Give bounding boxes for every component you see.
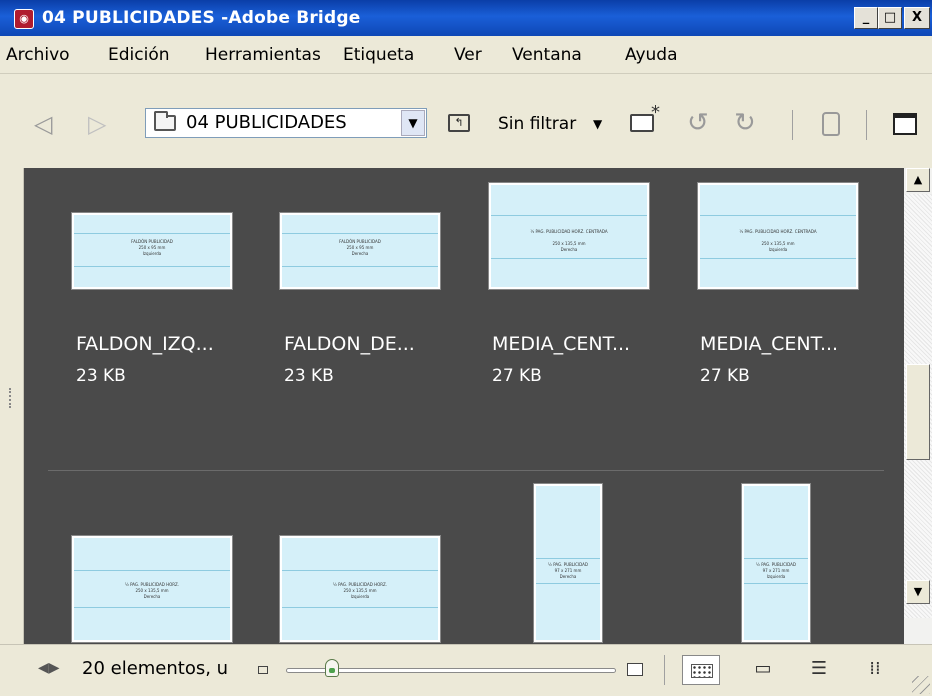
menu-ver[interactable]: Ver xyxy=(454,45,482,65)
toolbar-separator xyxy=(792,110,793,140)
thumb-title: ½ PAG. PUBLICIDAD HORZ. CENTRADA xyxy=(739,229,817,234)
chevron-down-icon[interactable]: ▼ xyxy=(401,110,425,136)
file-name[interactable]: FALDON_DE... xyxy=(284,333,415,355)
go-up-icon[interactable]: ↰ xyxy=(448,114,470,132)
thumb-size: 250 x 135,5 mm xyxy=(552,241,586,246)
slider-knob[interactable] xyxy=(325,659,339,677)
thumbnail-media-cent-2[interactable]: ½ PAG. PUBLICIDAD HORZ. CENTRADA 250 x 1… xyxy=(698,183,858,289)
panel-toggle-icon[interactable]: ◀▶ xyxy=(38,660,60,676)
menu-herramientas[interactable]: Herramientas xyxy=(205,45,321,65)
thumbnail-media-vert-1[interactable]: ½ PAG. PUBLICIDAD 97 x 271 mm Derecha xyxy=(534,484,602,642)
menu-bar: Archivo Edición Herramientas Etiqueta Ve… xyxy=(0,36,932,74)
scroll-thumb[interactable] xyxy=(906,364,930,460)
new-folder-icon[interactable] xyxy=(630,102,660,132)
thumbnail-media-vert-2[interactable]: ½ PAG. PUBLICIDAD 97 x 271 mm Izquierda xyxy=(742,484,810,642)
file-name[interactable]: FALDON_IZQ... xyxy=(76,333,214,355)
thumb-side: Izquierda xyxy=(142,251,162,256)
rotate-left-icon[interactable]: ↺ xyxy=(687,110,709,136)
adobe-bridge-app-icon[interactable]: ◉ xyxy=(14,9,34,29)
thumb-title: ½ PAG. PUBLICIDAD HORZ. CENTRADA xyxy=(530,229,608,234)
thumb-size: 97 x 271 mm xyxy=(554,568,582,573)
thumb-title: ½ PAG. PUBLICIDAD HORZ. xyxy=(332,582,388,587)
menu-archivo[interactable]: Archivo xyxy=(6,45,70,65)
thumb-side: Derecha xyxy=(560,247,578,252)
scroll-up-button[interactable]: ▲ xyxy=(906,168,930,192)
thumb-size: 250 x 95 mm xyxy=(138,245,166,250)
rotate-right-icon[interactable]: ↻ xyxy=(734,110,756,136)
thumb-title: FALDÓN PUBLICIDAD xyxy=(339,239,381,244)
thumbnail-faldon-izq[interactable]: FALDÓN PUBLICIDAD 250 x 95 mm Izquierda xyxy=(72,213,232,289)
thumb-title: ½ PAG. PUBLICIDAD xyxy=(548,562,588,567)
minimize-button[interactable]: _ xyxy=(854,7,878,29)
thumb-size: 250 x 135,5 mm xyxy=(761,241,795,246)
thumb-side: Izquierda xyxy=(766,574,786,579)
thumbnail-view-icon[interactable] xyxy=(682,655,720,685)
compact-mode-icon[interactable] xyxy=(893,113,917,135)
path-dropdown[interactable]: 04 PUBLICIDADES ▼ xyxy=(145,108,427,138)
file-size: 23 KB xyxy=(76,366,126,386)
thumb-size: 97 x 271 mm xyxy=(762,568,790,573)
thumb-side: Derecha xyxy=(143,594,161,599)
path-folder-label: 04 PUBLICIDADES xyxy=(186,112,347,133)
splitter-grip-icon[interactable] xyxy=(9,388,15,408)
close-button[interactable]: X xyxy=(904,7,930,29)
thumb-side: Izquierda xyxy=(768,247,788,252)
filter-chevron-icon[interactable]: ▼ xyxy=(593,117,602,131)
trash-icon[interactable] xyxy=(822,112,840,136)
menu-edicion[interactable]: Edición xyxy=(108,45,170,65)
thumb-side: Derecha xyxy=(559,574,577,579)
resize-grip-icon[interactable] xyxy=(912,676,930,694)
status-separator xyxy=(664,655,665,685)
thumb-title: ½ PAG. PUBLICIDAD HORZ. xyxy=(124,582,180,587)
list-view-icon[interactable]: ☰ xyxy=(800,655,838,685)
file-size: 27 KB xyxy=(700,366,750,386)
menu-ventana[interactable]: Ventana xyxy=(512,45,582,65)
thumb-size: 250 x 135,5 mm xyxy=(343,588,377,593)
thumb-size: 250 x 135,5 mm xyxy=(135,588,169,593)
details-view-icon[interactable]: ⁞⁞ xyxy=(856,655,894,685)
thumbnail-media-horz-1[interactable]: ½ PAG. PUBLICIDAD HORZ. 250 x 135,5 mm D… xyxy=(72,536,232,642)
thumb-side: Izquierda xyxy=(350,594,370,599)
toolbar-separator xyxy=(866,110,867,140)
filmstrip-view-icon[interactable]: ▭ xyxy=(744,655,782,685)
thumb-title: ½ PAG. PUBLICIDAD xyxy=(756,562,796,567)
status-bar: ◀▶ 20 elementos, u ▭ ☰ ⁞⁞ xyxy=(0,644,932,696)
folder-icon xyxy=(154,111,176,131)
thumb-band xyxy=(700,215,856,259)
thumbnail-large-icon[interactable] xyxy=(627,663,643,676)
window-title: 04 PUBLICIDADES -Adobe Bridge xyxy=(42,8,361,28)
row-divider xyxy=(48,470,884,471)
file-size: 23 KB xyxy=(284,366,334,386)
thumb-side: Derecha xyxy=(351,251,369,256)
thumb-size: 250 x 95 mm xyxy=(346,245,374,250)
file-size: 27 KB xyxy=(492,366,542,386)
thumbnail-small-icon[interactable] xyxy=(258,666,268,674)
toolbar: ◁ ▷ 04 PUBLICIDADES ▼ ↰ Sin filtrar ▼ ↺ … xyxy=(0,74,932,168)
filter-menu-label[interactable]: Sin filtrar xyxy=(498,114,576,134)
file-name[interactable]: MEDIA_CENT... xyxy=(700,333,838,355)
file-name[interactable]: MEDIA_CENT... xyxy=(492,333,630,355)
grid-icon xyxy=(691,664,713,678)
content-panel: FALDÓN PUBLICIDAD 250 x 95 mm Izquierda … xyxy=(24,168,904,644)
thumbnail-media-horz-2[interactable]: ½ PAG. PUBLICIDAD HORZ. 250 x 135,5 mm I… xyxy=(280,536,440,642)
menu-etiqueta[interactable]: Etiqueta xyxy=(343,45,414,65)
maximize-button[interactable]: □ xyxy=(878,7,902,29)
thumbnail-faldon-der[interactable]: FALDÓN PUBLICIDAD 250 x 95 mm Derecha xyxy=(280,213,440,289)
thumbnail-media-cent-1[interactable]: ½ PAG. PUBLICIDAD HORZ. CENTRADA 250 x 1… xyxy=(489,183,649,289)
thumb-title: FALDÓN PUBLICIDAD xyxy=(131,239,173,244)
scroll-down-button[interactable]: ▼ xyxy=(906,580,930,604)
title-bar: ◉ 04 PUBLICIDADES -Adobe Bridge _ □ X xyxy=(0,0,932,36)
thumb-band xyxy=(491,215,647,259)
status-text: 20 elementos, u xyxy=(82,658,229,679)
back-arrow-icon[interactable]: ◁ xyxy=(34,112,52,136)
forward-arrow-icon[interactable]: ▷ xyxy=(88,112,106,136)
menu-ayuda[interactable]: Ayuda xyxy=(625,45,678,65)
vertical-scrollbar[interactable]: ▲ ▼ xyxy=(904,168,932,644)
panel-splitter[interactable] xyxy=(0,168,24,644)
